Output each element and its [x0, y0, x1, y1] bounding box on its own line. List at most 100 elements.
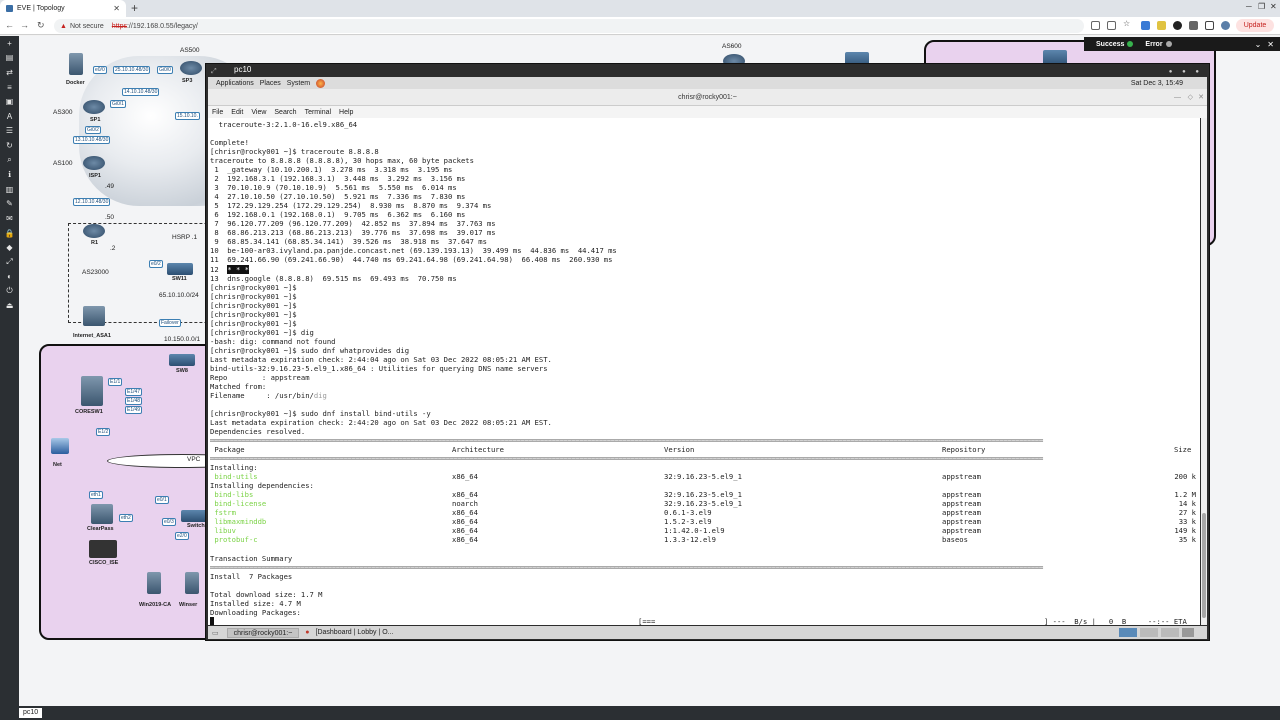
lock-icon[interactable]: 🔒: [0, 226, 19, 241]
success-badge: [1127, 41, 1134, 47]
cisco-ise-icon[interactable]: [89, 540, 117, 558]
eve-favicon-icon: [6, 5, 13, 12]
link-label: e0/2: [149, 260, 163, 268]
firefox-task-icon: ●: [305, 629, 310, 636]
update-button[interactable]: Update: [1236, 19, 1274, 32]
tags-icon[interactable]: ◆: [0, 240, 19, 255]
places-menu[interactable]: Places: [260, 80, 281, 87]
open-console-tab[interactable]: pc10: [19, 708, 43, 718]
terminal-scrollbar[interactable]: [1201, 118, 1207, 625]
maximize-icon[interactable]: ❐: [1258, 2, 1265, 11]
net-cloud-icon[interactable]: [51, 438, 69, 454]
scrollbar-thumb[interactable]: [1202, 513, 1206, 618]
forward-icon[interactable]: →: [20, 20, 29, 30]
sw8-switch-icon[interactable]: [169, 354, 195, 366]
package-size: 149 k: [1174, 526, 1196, 536]
isp1-router-icon[interactable]: [83, 156, 105, 170]
share-icon[interactable]: [1107, 21, 1116, 30]
taskbar-firefox[interactable]: [Dashboard | Lobby | O...: [316, 629, 394, 636]
extension-icon-3[interactable]: [1173, 21, 1182, 30]
sidepanel-icon[interactable]: [1205, 21, 1214, 30]
menu-edit[interactable]: Edit: [231, 109, 243, 116]
package-version: 1.3.3-12.el9: [664, 535, 716, 545]
coresw1-node-label: CORESW1: [75, 409, 103, 415]
minimize-icon[interactable]: ─: [1246, 2, 1252, 11]
vnc-titlebar[interactable]: ⤢ pc10 ● ● ●: [206, 64, 1209, 76]
close-window-icon[interactable]: ✕: [1270, 2, 1277, 11]
extension-icon-2[interactable]: [1157, 21, 1166, 30]
docker-node-label: Docker: [66, 80, 85, 86]
maximize-icon[interactable]: ◇: [1188, 89, 1193, 106]
menu-terminal[interactable]: Terminal: [305, 109, 331, 116]
extension-icon[interactable]: [1141, 21, 1150, 30]
menu-help[interactable]: Help: [339, 109, 353, 116]
power-icon[interactable]: ⏻: [0, 284, 19, 299]
browser-tab[interactable]: EVE | Topology ✕: [0, 0, 126, 17]
add-object-icon[interactable]: +: [0, 36, 19, 51]
terminal-line: 3 70.10.10.9 (70.10.10.9) 5.561 ms 5.550…: [210, 183, 457, 193]
minimize-icon[interactable]: —: [1174, 89, 1181, 106]
package-arch: x86_64: [452, 526, 478, 536]
r1-router-icon[interactable]: [83, 224, 105, 238]
chevron-icon[interactable]: ⌄: [1255, 40, 1262, 49]
terminal-line: Install 7 Packages: [210, 571, 293, 581]
dark-mode-icon[interactable]: ◐: [0, 270, 19, 285]
vpc-label: VPC: [187, 456, 201, 463]
system-menu[interactable]: System: [287, 80, 310, 87]
nodes-icon[interactable]: ▤: [0, 51, 19, 66]
images-icon[interactable]: ▣: [0, 94, 19, 109]
avatar[interactable]: [1221, 21, 1230, 30]
startup-configs-icon[interactable]: ≡: [0, 80, 19, 95]
lines-icon[interactable]: ☰: [0, 124, 19, 139]
show-desktop-icon[interactable]: ▭: [212, 629, 219, 637]
close-icon[interactable]: ✕: [1198, 89, 1204, 106]
install-app-icon[interactable]: [1091, 21, 1100, 30]
terminal-output[interactable]: traceroute-3:2.1.0-16.el9.x86_64 Complete…: [208, 118, 1200, 625]
clock[interactable]: Sat Dec 3, 15:49: [1131, 80, 1183, 87]
lab-details-icon[interactable]: ▥: [0, 182, 19, 197]
info-icon[interactable]: ℹ: [0, 167, 19, 182]
package-name: libuv: [210, 526, 236, 536]
asa-firewall-icon[interactable]: [83, 306, 105, 326]
menu-view[interactable]: View: [251, 109, 266, 116]
freeze-icon[interactable]: ✎: [0, 197, 19, 212]
firefox-icon[interactable]: [316, 78, 326, 88]
networks-icon[interactable]: ⇄: [0, 65, 19, 80]
coresw1-icon[interactable]: [81, 376, 103, 406]
switch-icon[interactable]: [181, 510, 207, 522]
vnc-console-window[interactable]: ⤢ pc10 ● ● ● Applications Places System …: [205, 63, 1210, 641]
fullscreen-icon[interactable]: ⤢: [0, 255, 19, 270]
bookmark-star-icon[interactable]: ☆: [1123, 19, 1132, 28]
success-count[interactable]: Success: [1096, 41, 1124, 48]
puzzle-icon[interactable]: [1189, 21, 1198, 30]
menu-file[interactable]: File: [212, 109, 223, 116]
text-icon[interactable]: A: [0, 109, 19, 124]
close-icon[interactable]: ✕: [1267, 40, 1274, 49]
switch-node-label: Switch: [187, 523, 205, 529]
terminal-titlebar[interactable]: chrisr@rocky001:~ — ◇ ✕: [208, 89, 1207, 106]
zoom-icon[interactable]: ⌕: [0, 153, 19, 168]
winser-server-icon[interactable]: [185, 572, 199, 594]
sp1-router-icon[interactable]: [83, 100, 105, 114]
menu-search[interactable]: Search: [274, 109, 296, 116]
chat-icon[interactable]: ✉: [0, 211, 19, 226]
highlighted-text: * * *: [227, 264, 249, 274]
clearpass-node-label: ClearPass: [87, 526, 114, 532]
error-count[interactable]: Error: [1145, 41, 1162, 48]
clearpass-icon[interactable]: [91, 504, 113, 524]
sw11-switch-icon[interactable]: [167, 263, 193, 275]
logout-icon[interactable]: ⏏: [0, 299, 19, 314]
win2019-server-icon[interactable]: [147, 572, 161, 594]
back-icon[interactable]: ←: [5, 20, 14, 30]
url-field[interactable]: ▲ Not secure https ://192.168.0.55/legac…: [54, 19, 1084, 33]
reload-icon[interactable]: ↻: [37, 20, 45, 31]
docker-node-icon[interactable]: [69, 53, 83, 75]
refresh-topology-icon[interactable]: ↻: [0, 138, 19, 153]
workspace-switcher[interactable]: [1119, 628, 1199, 637]
close-tab-icon[interactable]: ✕: [113, 4, 120, 13]
sp3-router-icon[interactable]: [180, 61, 202, 75]
taskbar-terminal[interactable]: chrisr@rocky001:~: [226, 627, 300, 638]
vnc-title-text: pc10: [234, 65, 252, 74]
applications-menu[interactable]: Applications: [216, 80, 254, 87]
new-tab-icon[interactable]: +: [131, 1, 138, 15]
